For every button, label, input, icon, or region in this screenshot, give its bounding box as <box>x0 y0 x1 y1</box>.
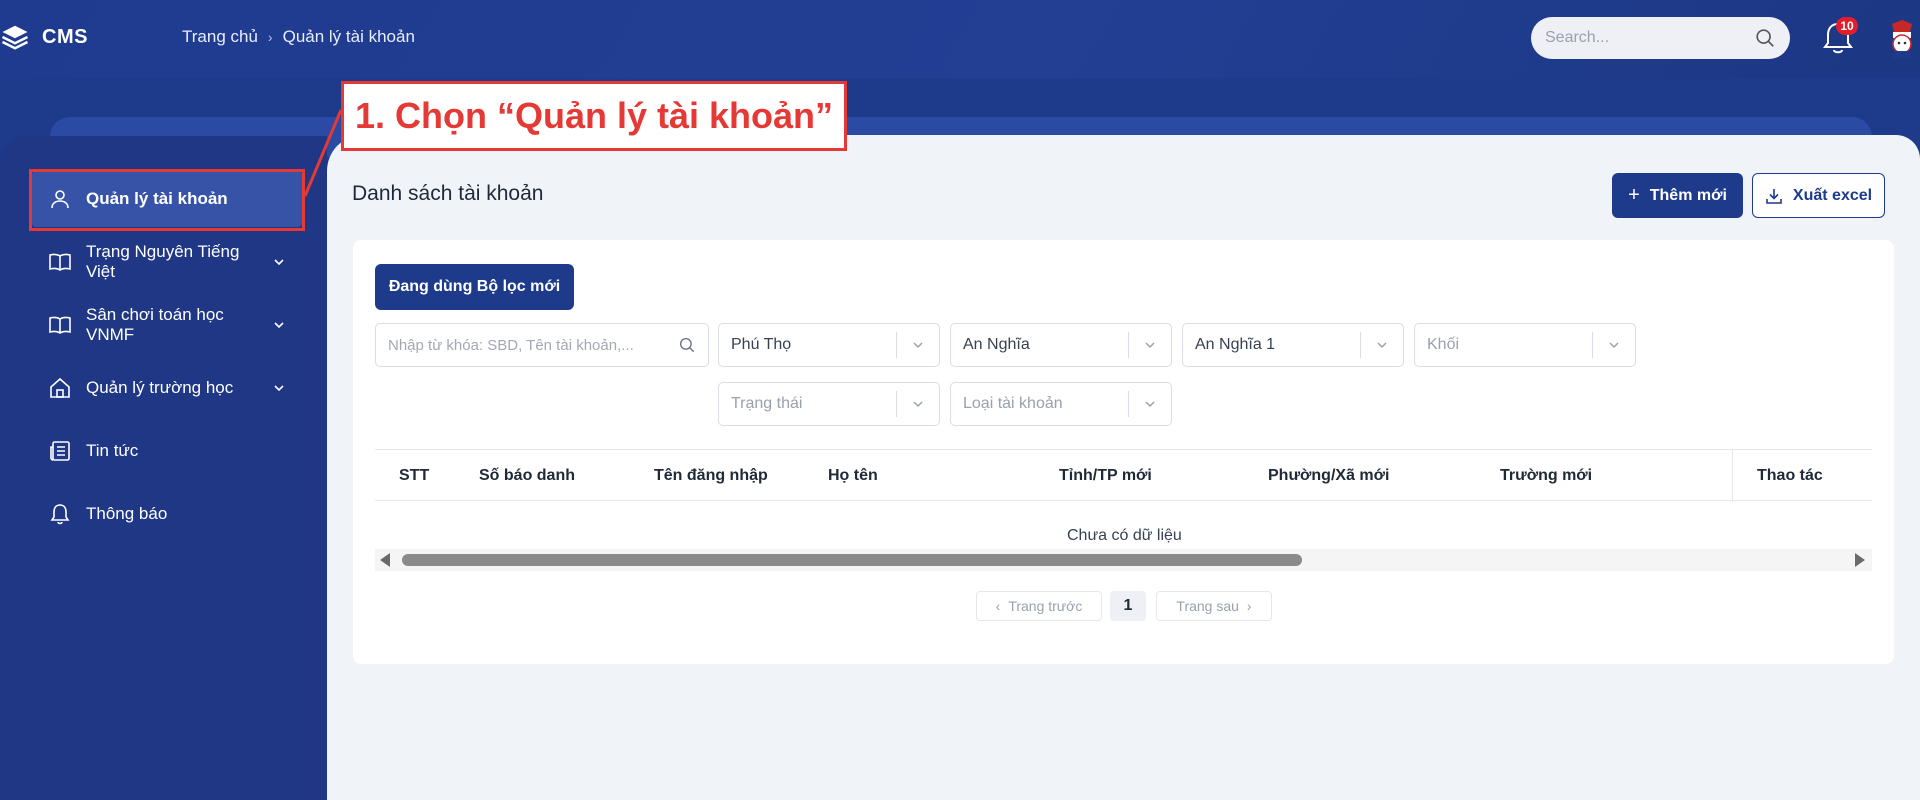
add-new-label: Thêm mới <box>1649 186 1727 204</box>
account-type-select[interactable]: Loại tài khoản <box>950 382 1172 426</box>
chevron-down-icon <box>1361 323 1403 367</box>
column-stt: STT <box>399 467 430 484</box>
chevron-down-icon <box>897 382 939 426</box>
chevron-down-icon <box>1593 323 1635 367</box>
chevron-down-icon <box>897 323 939 367</box>
search-box[interactable] <box>1531 17 1790 59</box>
chevron-down-icon <box>274 385 284 392</box>
breadcrumb-home[interactable]: Trang chủ <box>182 27 258 47</box>
current-page[interactable]: 1 <box>1110 591 1146 621</box>
column-actions: Thao tác <box>1757 467 1823 484</box>
chevron-down-icon <box>1129 323 1171 367</box>
sidebar-item-label: Tin tức <box>86 441 139 460</box>
chevron-down-icon <box>274 259 284 266</box>
brand-name: CMS <box>42 25 88 48</box>
sidebar-item-schools[interactable]: Quản lý trường học <box>32 360 302 416</box>
status-placeholder: Trạng thái <box>731 395 803 412</box>
chevron-right-icon: › <box>1246 598 1252 614</box>
keyword-input[interactable] <box>388 336 678 354</box>
school-select[interactable]: An Nghĩa 1 <box>1182 323 1404 367</box>
chevron-down-icon <box>1129 382 1171 426</box>
add-new-button[interactable]: + Thêm mới <box>1612 173 1743 218</box>
status-select[interactable]: Trạng thái <box>718 382 940 426</box>
chevron-right-icon: › <box>267 29 273 45</box>
plus-icon: + <box>1628 184 1640 206</box>
column-school: Trường mới <box>1500 467 1593 484</box>
export-excel-label: Xuất excel <box>1792 186 1873 204</box>
table-header: STT Số báo danh Tên đăng nhập Họ tên Tỉn… <box>375 449 1872 502</box>
search-icon[interactable] <box>1754 27 1776 49</box>
province-select[interactable]: Phú Thọ <box>718 323 940 367</box>
download-icon <box>1766 188 1782 204</box>
search-input[interactable] <box>1545 29 1754 47</box>
avatar[interactable] <box>1884 18 1920 60</box>
export-excel-button[interactable]: Xuất excel <box>1752 173 1885 218</box>
sidebar-item-notifications[interactable]: Thông báo <box>32 486 302 542</box>
grade-select[interactable]: Khối <box>1414 323 1636 367</box>
scrollbar-thumb[interactable] <box>402 554 1302 566</box>
breadcrumb-current: Quản lý tài khoản <box>282 27 415 46</box>
grade-placeholder: Khối <box>1427 336 1460 353</box>
account-type-placeholder: Loại tài khoản <box>963 395 1063 412</box>
sidebar-item-trang-nguyen[interactable]: Trạng Nguyên Tiếng Việt <box>32 234 302 290</box>
search-icon[interactable] <box>678 336 696 354</box>
province-value: Phú Thọ <box>731 336 792 353</box>
scroll-left-icon[interactable] <box>380 553 390 567</box>
next-page-label: Trang sau <box>1176 598 1239 614</box>
notification-badge: 10 <box>1836 17 1858 35</box>
news-icon <box>50 441 70 461</box>
new-filter-button[interactable]: Đang dùng Bộ lọc mới <box>375 264 574 310</box>
annotation-label: 1. Chọn “Quản lý tài khoản” <box>341 81 847 151</box>
empty-state: Chưa có dữ liệu <box>1067 527 1182 544</box>
ward-select[interactable]: An Nghĩa <box>950 323 1172 367</box>
bell-icon <box>50 504 70 525</box>
layers-icon <box>1 25 29 50</box>
annotation-highlight <box>29 169 305 231</box>
prev-page-label: Trang trước <box>1008 598 1083 614</box>
school-value: An Nghĩa 1 <box>1195 336 1276 353</box>
breadcrumb: Trang chủ › Quản lý tài khoản <box>182 27 415 47</box>
home-icon <box>50 377 70 398</box>
column-candidate-number: Số báo danh <box>479 467 575 484</box>
sidebar-item-label: Trạng Nguyên Tiếng Việt <box>86 242 240 281</box>
scroll-right-icon[interactable] <box>1855 553 1865 567</box>
next-page-button[interactable]: Trang sau › <box>1156 591 1272 621</box>
ward-value: An Nghĩa <box>963 336 1030 353</box>
sidebar-item-news[interactable]: Tin tức <box>32 423 302 479</box>
book-icon <box>49 253 71 271</box>
brand[interactable]: CMS <box>0 22 88 52</box>
column-province: Tỉnh/TP mới <box>1059 467 1152 484</box>
column-ward: Phường/Xã mới <box>1268 467 1390 484</box>
sidebar-item-vnmf[interactable]: Sân chơi toán học VNMF <box>32 297 302 353</box>
book-icon <box>49 316 71 334</box>
chevron-left-icon: ‹ <box>995 598 1001 614</box>
keyword-search[interactable] <box>375 323 709 367</box>
column-full-name: Họ tên <box>828 467 878 484</box>
sidebar-item-label: Thông báo <box>86 504 168 523</box>
prev-page-button[interactable]: ‹ Trang trước <box>976 591 1102 621</box>
sidebar-item-label: Sân chơi toán học VNMF <box>86 305 224 344</box>
column-username: Tên đăng nhập <box>654 467 768 484</box>
sidebar-item-label: Quản lý trường học <box>86 378 234 397</box>
chevron-down-icon <box>274 322 284 329</box>
page-title: Danh sách tài khoản <box>352 182 544 205</box>
